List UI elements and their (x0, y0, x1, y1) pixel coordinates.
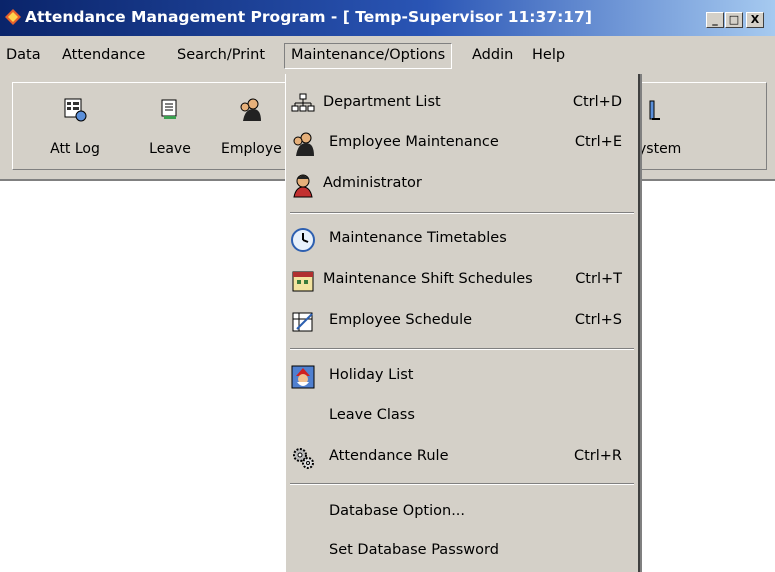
department-list-label: Department List (323, 94, 441, 110)
maintenance-timetables-label: Maintenance Timetables (329, 230, 507, 246)
menu-item-attendance-rule[interactable]: Attendance Rule Ctrl+R (286, 438, 638, 476)
set-database-password-label: Set Database Password (329, 542, 499, 558)
employee-button[interactable]: Employe (213, 89, 287, 165)
holiday-list-label: Holiday List (329, 367, 414, 383)
database-option-label: Database Option... (329, 503, 466, 519)
attendance-rule-shortcut: Ctrl+R (573, 448, 622, 464)
menu-item-employee-maintenance[interactable]: Employee Maintenance Ctrl+E (286, 124, 638, 162)
maximize-button[interactable]: □ (725, 12, 743, 28)
administrator-label: Administrator (323, 175, 422, 191)
menu-addin[interactable]: Addin (466, 43, 519, 67)
employee-schedule-label: Employee Schedule (329, 312, 473, 328)
clock-icon (291, 228, 315, 252)
menu-search-print[interactable]: Search/Print (171, 43, 271, 67)
menu-attendance[interactable]: Attendance (56, 43, 151, 67)
leave-label: Leave (149, 141, 191, 157)
menu-item-maintenance-shift-schedules[interactable]: Maintenance Shift Schedules Ctrl+T (286, 261, 638, 299)
menu-item-database-option[interactable]: Database Option... (286, 493, 638, 531)
maintenance-shift-schedules-shortcut: Ctrl+T (575, 271, 622, 287)
system-button[interactable]: ystem (638, 89, 698, 165)
menu-separator (290, 483, 634, 485)
menu-item-employee-schedule[interactable]: Employee Schedule Ctrl+S (286, 302, 638, 340)
close-button[interactable]: X (746, 12, 764, 28)
menu-item-department-list[interactable]: Department List Ctrl+D (286, 84, 638, 122)
attendance-rule-label: Attendance Rule (329, 448, 449, 464)
schedule-icon (292, 312, 313, 332)
maintenance-shift-schedules-label: Maintenance Shift Schedules (323, 271, 533, 287)
menu-separator (290, 348, 634, 350)
att-log-icon (64, 98, 87, 122)
holiday-icon (291, 365, 315, 389)
employee-icon (240, 98, 261, 121)
menu-item-leave-class[interactable]: Leave Class (286, 397, 638, 435)
system-label: ystem (638, 141, 682, 157)
menu-maintenance-options[interactable]: Maintenance/Options (284, 43, 453, 69)
leave-class-label: Leave Class (329, 407, 415, 423)
att-log-button[interactable]: Att Log (39, 89, 111, 165)
menu-help[interactable]: Help (526, 43, 571, 67)
gears-icon (293, 448, 314, 469)
employee-schedule-shortcut: Ctrl+S (574, 312, 622, 328)
window-title: Attendance Management Program - [ Temp-S… (25, 8, 592, 26)
menu-item-holiday-list[interactable]: Holiday List (286, 357, 638, 395)
menu-separator (290, 212, 634, 214)
menu-item-set-database-password[interactable]: Set Database Password (286, 532, 638, 570)
title-bar[interactable]: Attendance Management Program - [ Temp-S… (0, 0, 775, 36)
minimize-button[interactable]: _ (706, 12, 724, 28)
administrator-icon (293, 174, 313, 198)
app-icon (5, 9, 21, 25)
employee-maintenance-shortcut: Ctrl+E (574, 134, 622, 150)
employee-label: Employe (221, 141, 282, 157)
calendar-icon (292, 271, 314, 292)
org-chart-icon (291, 93, 315, 112)
att-log-label: Att Log (50, 141, 100, 157)
leave-button[interactable]: Leave (134, 89, 206, 165)
employee-icon (293, 132, 314, 156)
maintenance-options-dropdown: Department List Ctrl+D Employee Maintena… (285, 74, 640, 572)
employee-maintenance-label: Employee Maintenance (329, 134, 499, 150)
menu-bar: Data Attendance Search/Print Maintenance… (0, 36, 775, 74)
menu-item-administrator[interactable]: Administrator (286, 165, 638, 203)
department-list-shortcut: Ctrl+D (572, 94, 622, 110)
menu-data[interactable]: Data (0, 43, 47, 67)
menu-item-maintenance-timetables[interactable]: Maintenance Timetables (286, 220, 638, 258)
leave-icon (161, 99, 177, 119)
system-icon (649, 100, 660, 120)
